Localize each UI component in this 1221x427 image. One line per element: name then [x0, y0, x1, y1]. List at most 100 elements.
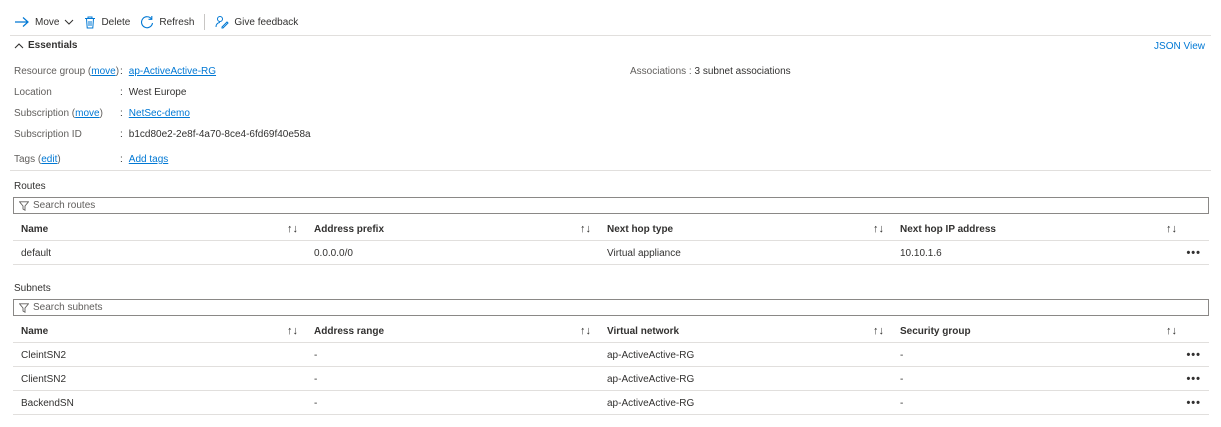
feedback-icon	[215, 16, 230, 29]
move-button[interactable]: Move	[14, 11, 84, 33]
subnets-table: Name ↑↓ Address range ↑↓ Virtual network…	[13, 319, 1209, 415]
subscription-label: Subscription (move)	[14, 108, 103, 119]
give-feedback-label: Give feedback	[234, 16, 299, 28]
location-label: Location	[14, 87, 52, 98]
route-next-hop-type: Virtual appliance	[607, 247, 681, 259]
routes-title: Routes	[14, 181, 46, 192]
subnet-virtual-network: ap-ActiveActive-RG	[607, 373, 695, 385]
sort-icon[interactable]: ↑↓	[873, 217, 884, 241]
subnet-address-range: -	[314, 397, 318, 409]
more-options-icon[interactable]: •••	[1186, 367, 1201, 391]
separator: :	[120, 108, 123, 119]
delete-button[interactable]: Delete	[84, 11, 140, 33]
column-header-next-hop-ip[interactable]: Next hop IP address	[900, 217, 996, 241]
location-value: West Europe	[128, 87, 187, 98]
toolbar-divider-line	[10, 35, 1211, 36]
sort-icon[interactable]: ↑↓	[580, 319, 591, 343]
resource-group-label: Resource group (move)	[14, 66, 120, 77]
resource-group-property: Resource group (move) : ap-ActiveActive-…	[14, 66, 216, 77]
delete-button-label: Delete	[101, 16, 131, 28]
sort-icon[interactable]: ↑↓	[287, 319, 298, 343]
routes-table: Name ↑↓ Address prefix ↑↓ Next hop type …	[13, 217, 1209, 265]
chevron-up-icon	[14, 42, 24, 48]
associations-property: Associations : 3 subnet associations	[630, 66, 791, 77]
tags-label: Tags (edit)	[14, 154, 61, 165]
column-header-name[interactable]: Name	[21, 319, 48, 343]
subnet-virtual-network: ap-ActiveActive-RG	[607, 397, 695, 409]
essentials-divider	[10, 170, 1211, 171]
move-resource-group-link[interactable]: move	[91, 66, 115, 77]
routes-search-input[interactable]	[33, 200, 633, 211]
column-header-security-group[interactable]: Security group	[900, 319, 971, 343]
subscription-id-value: b1cd80e2-2e8f-4a70-8ce4-6fd69f40e58a	[128, 129, 311, 140]
subnet-security-group: -	[900, 397, 904, 409]
refresh-button[interactable]: Refresh	[140, 11, 204, 33]
subnets-search-input[interactable]	[33, 302, 633, 313]
trash-icon	[85, 16, 96, 28]
filter-icon	[19, 302, 29, 313]
move-subscription-link[interactable]: move	[75, 108, 99, 119]
subnets-header-row: Name ↑↓ Address range ↑↓ Virtual network…	[13, 319, 1209, 343]
column-header-next-hop-type[interactable]: Next hop type	[607, 217, 673, 241]
subnet-name: CleintSN2	[21, 349, 67, 361]
arrow-right-icon	[15, 17, 29, 27]
subscription-id-property: Subscription ID : b1cd80e2-2e8f-4a70-8ce…	[14, 129, 311, 140]
column-header-name[interactable]: Name	[21, 217, 48, 241]
more-options-icon[interactable]: •••	[1186, 391, 1201, 415]
column-header-address-prefix[interactable]: Address prefix	[314, 217, 384, 241]
filter-icon	[19, 200, 29, 211]
table-row[interactable]: BackendSN - ap-ActiveActive-RG - •••	[13, 391, 1209, 415]
subscription-id-label: Subscription ID	[14, 129, 82, 140]
table-row[interactable]: ClientSN2 - ap-ActiveActive-RG - •••	[13, 367, 1209, 391]
essentials-toggle[interactable]: Essentials	[14, 40, 77, 51]
route-next-hop-ip: 10.10.1.6	[900, 247, 942, 259]
move-button-label: Move	[35, 16, 60, 28]
routes-header-row: Name ↑↓ Address prefix ↑↓ Next hop type …	[13, 217, 1209, 241]
subnet-name: ClientSN2	[21, 373, 67, 385]
subnet-address-range: -	[314, 349, 318, 361]
subnets-search-box[interactable]	[13, 299, 1209, 316]
sort-icon[interactable]: ↑↓	[873, 319, 884, 343]
subnet-security-group: -	[900, 349, 904, 361]
refresh-icon	[141, 16, 154, 29]
separator: :	[120, 154, 123, 165]
column-header-address-range[interactable]: Address range	[314, 319, 384, 343]
more-options-icon[interactable]: •••	[1186, 343, 1201, 367]
refresh-button-label: Refresh	[159, 16, 195, 28]
table-row[interactable]: default 0.0.0.0/0 Virtual appliance 10.1…	[13, 241, 1209, 265]
add-tags-link[interactable]: Add tags	[129, 154, 168, 165]
subnet-address-range: -	[314, 373, 318, 385]
associations-label: Associations	[630, 66, 687, 77]
edit-tags-link[interactable]: edit	[41, 154, 57, 165]
route-name: default	[21, 247, 52, 259]
separator: :	[120, 129, 123, 140]
location-property: Location : West Europe	[14, 87, 186, 98]
subnets-title: Subnets	[14, 283, 51, 294]
column-header-virtual-network[interactable]: Virtual network	[607, 319, 679, 343]
table-row[interactable]: CleintSN2 - ap-ActiveActive-RG - •••	[13, 343, 1209, 367]
more-options-icon[interactable]: •••	[1186, 241, 1201, 265]
chevron-down-icon	[65, 19, 74, 25]
subnet-name: BackendSN	[21, 397, 74, 409]
sort-icon[interactable]: ↑↓	[287, 217, 298, 241]
route-address-prefix: 0.0.0.0/0	[314, 247, 353, 259]
essentials-title: Essentials	[28, 40, 78, 51]
resource-group-value-link[interactable]: ap-ActiveActive-RG	[129, 66, 216, 77]
subscription-property: Subscription (move) : NetSec-demo	[14, 108, 190, 119]
json-view-link[interactable]: JSON View	[1154, 41, 1205, 52]
tags-property: Tags (edit) : Add tags	[14, 154, 168, 165]
sort-icon[interactable]: ↑↓	[1166, 217, 1177, 241]
sort-icon[interactable]: ↑↓	[580, 217, 591, 241]
associations-value: 3 subnet associations	[694, 66, 791, 77]
separator: :	[120, 87, 123, 98]
subnet-security-group: -	[900, 373, 904, 385]
toolbar-divider	[204, 14, 206, 30]
separator: :	[120, 66, 123, 77]
command-bar: Move Delete Refresh Give feedback	[0, 10, 1221, 34]
give-feedback-button[interactable]: Give feedback	[215, 11, 308, 33]
routes-search-box[interactable]	[13, 197, 1209, 214]
separator: :	[688, 66, 692, 77]
subscription-value-link[interactable]: NetSec-demo	[129, 108, 190, 119]
subnet-virtual-network: ap-ActiveActive-RG	[607, 349, 695, 361]
sort-icon[interactable]: ↑↓	[1166, 319, 1177, 343]
